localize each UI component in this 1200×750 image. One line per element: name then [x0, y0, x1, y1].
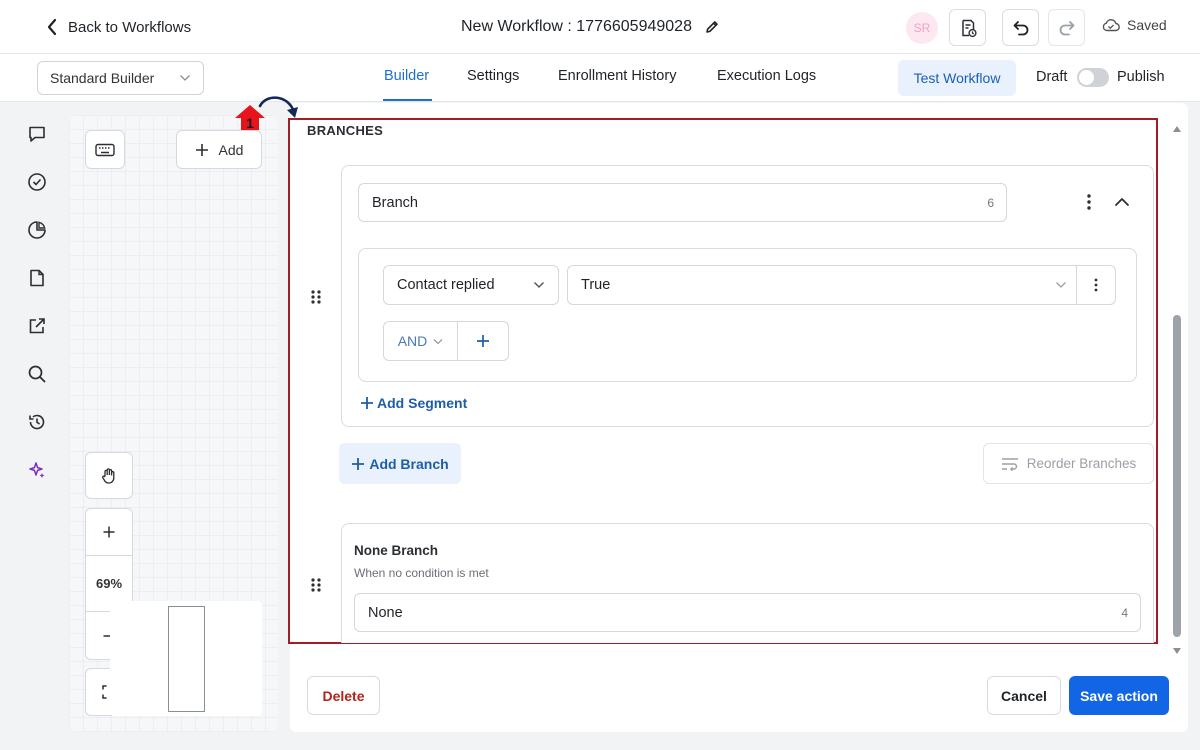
- pencil-icon[interactable]: [704, 19, 720, 35]
- document-icon[interactable]: [26, 267, 48, 289]
- cancel-button[interactable]: Cancel: [987, 676, 1061, 715]
- chevron-up-icon[interactable]: [1113, 194, 1131, 210]
- publish-label: Publish: [1117, 69, 1165, 85]
- tab-enrollment-history[interactable]: Enrollment History: [558, 68, 676, 84]
- plus-icon: [360, 396, 374, 410]
- tab-settings[interactable]: Settings: [467, 68, 519, 84]
- tab-execution-logs[interactable]: Execution Logs: [717, 68, 816, 84]
- operator-group: AND: [383, 321, 509, 361]
- add-label: Add: [218, 141, 244, 158]
- condition-value-select[interactable]: True: [567, 265, 1116, 305]
- zoom-in-button[interactable]: [85, 508, 133, 556]
- workflow-title: New Workflow : 1776605949028: [461, 16, 720, 38]
- draft-label: Draft: [1036, 69, 1068, 85]
- document-history-button[interactable]: [949, 9, 986, 46]
- plus-icon: [351, 457, 365, 471]
- none-branch-subtitle: When no condition is met: [354, 566, 489, 580]
- chevron-down-icon: [433, 338, 443, 345]
- step-marker-number: 1: [246, 115, 254, 131]
- workflow-title-text: New Workflow : 1776605949028: [461, 18, 692, 35]
- redo-icon: [1057, 18, 1077, 38]
- none-branch-name-input[interactable]: None 4: [354, 593, 1141, 632]
- reorder-branches-label: Reorder Branches: [1026, 456, 1137, 471]
- none-branch-name-count: 4: [1121, 605, 1128, 620]
- search-icon[interactable]: [26, 363, 48, 385]
- chevron-down-icon: [179, 74, 191, 82]
- branch-name-input[interactable]: Branch 6: [358, 183, 1007, 222]
- avatar[interactable]: SR: [906, 12, 938, 44]
- tab-builder[interactable]: Builder: [384, 68, 429, 84]
- publish-toggle[interactable]: [1077, 68, 1109, 87]
- redo-button[interactable]: [1048, 9, 1085, 46]
- add-branch-button[interactable]: Add Branch: [339, 443, 461, 484]
- drag-handle-icon[interactable]: [310, 289, 322, 305]
- condition-field-select[interactable]: Contact replied: [383, 265, 559, 305]
- external-link-icon[interactable]: [26, 315, 48, 337]
- test-workflow-button[interactable]: Test Workflow: [898, 60, 1016, 96]
- operator-value: AND: [397, 333, 428, 349]
- scroll-down-arrow[interactable]: [1172, 646, 1182, 656]
- add-segment-button[interactable]: Add Segment: [360, 395, 467, 411]
- none-branch-title: None Branch: [354, 543, 439, 558]
- branch-name-count: 6: [987, 195, 994, 210]
- none-branch-name-value: None: [368, 604, 403, 621]
- save-action-button[interactable]: Save action: [1069, 676, 1169, 715]
- scrollbar-thumb[interactable]: [1173, 315, 1181, 637]
- pan-tool-button[interactable]: [85, 452, 133, 499]
- branches-heading: BRANCHES: [307, 123, 384, 138]
- saved-label: Saved: [1127, 17, 1167, 33]
- chevron-down-icon: [1055, 281, 1067, 289]
- minimap-viewport[interactable]: [168, 606, 205, 712]
- builder-type-value: Standard Builder: [50, 70, 155, 86]
- plus-icon: [103, 526, 115, 538]
- chevron-left-icon: [46, 18, 58, 36]
- condition-field-value: Contact replied: [397, 277, 495, 293]
- saved-status: Saved: [1102, 17, 1167, 33]
- add-segment-label: Add Segment: [377, 395, 468, 411]
- condition-value: True: [581, 277, 611, 293]
- delete-button[interactable]: Delete: [307, 676, 380, 715]
- operator-select[interactable]: AND: [384, 322, 458, 360]
- builder-type-select[interactable]: Standard Builder: [37, 61, 204, 95]
- add-node-button[interactable]: Add: [176, 130, 262, 169]
- keyboard-icon: [95, 143, 115, 157]
- reorder-icon: [1001, 457, 1019, 471]
- add-condition-button[interactable]: [458, 322, 508, 360]
- scroll-up-arrow[interactable]: [1172, 124, 1182, 134]
- pie-chart-icon[interactable]: [26, 219, 48, 241]
- drag-handle-icon[interactable]: [310, 577, 322, 593]
- keyboard-shortcuts-button[interactable]: [85, 130, 125, 169]
- undo-icon: [1011, 18, 1031, 38]
- active-tab-indicator: [383, 99, 432, 101]
- check-circle-icon[interactable]: [26, 171, 48, 193]
- document-clock-icon: [958, 18, 978, 38]
- hand-icon: [100, 467, 118, 485]
- field-divider: [1076, 266, 1077, 304]
- add-branch-label: Add Branch: [369, 455, 449, 472]
- more-options-icon[interactable]: [1081, 192, 1097, 212]
- more-options-icon[interactable]: [1088, 277, 1104, 293]
- chat-icon[interactable]: [26, 123, 48, 145]
- sparkles-icon[interactable]: [26, 459, 48, 481]
- back-label: Back to Workflows: [68, 18, 192, 36]
- back-to-workflows-link[interactable]: Back to Workflows: [46, 14, 191, 40]
- plus-icon: [476, 334, 490, 348]
- history-icon[interactable]: [26, 411, 48, 433]
- branch-name-value: Branch: [372, 194, 418, 211]
- reorder-branches-button[interactable]: Reorder Branches: [983, 443, 1154, 484]
- cloud-check-icon: [1102, 18, 1120, 32]
- undo-button[interactable]: [1002, 9, 1039, 46]
- plus-icon: [195, 143, 209, 157]
- chevron-down-icon: [533, 281, 545, 289]
